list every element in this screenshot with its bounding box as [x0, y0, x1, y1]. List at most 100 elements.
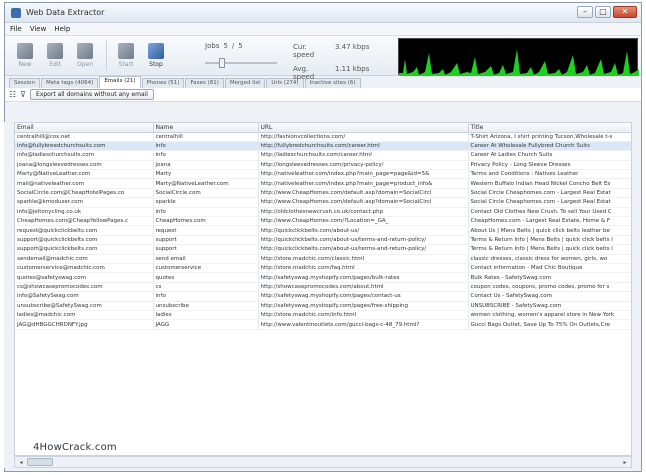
table-row[interactable]: quotes@safetyswag.com quotes http://safety…	[15, 272, 631, 283]
table-row[interactable]: Marty@NativeLeather.com Marty http://nativ…	[15, 169, 631, 180]
cell-name: send email	[153, 254, 259, 264]
cell-name: ladies	[153, 310, 259, 321]
cell-email: mail@nativeleather.com	[15, 178, 154, 189]
open-button[interactable]: Open	[71, 43, 99, 68]
cell-title: Career At Wholesale Fullybred Church Sui…	[468, 141, 631, 152]
jobs-current: 5	[223, 42, 228, 50]
export-domains-button[interactable]: Export all domains without any email	[30, 89, 154, 100]
table-row[interactable]: ladies@madchic.com ladies http://store.mad…	[15, 310, 631, 321]
cell-name: joana	[153, 160, 259, 171]
cell-name: info	[153, 291, 259, 302]
cell-url: http://safetyswag.myshopify.com/pages/co…	[258, 291, 469, 302]
maximize-button[interactable]: □	[595, 6, 611, 18]
columns-icon[interactable]: ☷	[9, 90, 16, 99]
scroll-thumb[interactable]	[27, 458, 53, 466]
cell-email: info@jeltonycling.co.uk	[15, 207, 154, 218]
cell-title: Terms & Return Info | Mens Belts | quick…	[468, 244, 631, 255]
cell-email: cs@showcasepromocodes.com	[15, 282, 154, 293]
table-row[interactable]: unsubscribe@SafetySwag.com unsubscribe htt…	[15, 301, 631, 311]
close-button[interactable]: ✕	[613, 6, 637, 18]
minimize-button[interactable]: –	[577, 6, 593, 18]
new-button[interactable]: New	[11, 43, 39, 68]
cell-email: JAG@dHBGGCHRDNFY.jpg	[15, 319, 154, 330]
table-row[interactable]: mail@nativeleather.com Marty@NativeLeathe…	[15, 178, 631, 189]
tab-faxes[interactable]: Faxes (81)	[185, 78, 224, 88]
cell-email: customerservice@madchic.com	[15, 263, 154, 274]
slider-thumb[interactable]	[219, 58, 225, 68]
table-row[interactable]: sendemail@madchic.com send email http://st…	[15, 254, 631, 264]
tab-session[interactable]: Session	[9, 78, 40, 88]
jobs-slider[interactable]	[205, 58, 277, 68]
tab-merged-list[interactable]: Merged list	[224, 78, 266, 88]
menu-file[interactable]: File	[10, 25, 22, 33]
cell-title: CheapHomes.com - Largest Real Estate, Ho…	[468, 216, 631, 227]
scroll-left-icon[interactable]: ◂	[16, 458, 26, 467]
table-row[interactable]: request@quickclickbelts.com request http:/…	[15, 225, 631, 236]
menu-help[interactable]: Help	[54, 25, 70, 33]
cell-title: classic dresses, classic dress for women…	[468, 254, 631, 264]
menu-view[interactable]: View	[30, 25, 47, 33]
cell-url: http://store.madchic.com/classic.html	[258, 254, 469, 264]
cell-url: http://longsleevedresses.com/privacy-pol…	[258, 160, 469, 171]
cell-url: http://safetyswag.myshopify.com/pages/fr…	[258, 301, 469, 311]
cell-url: http://www.CheapHomes.com/?Location=_GA_	[258, 216, 469, 227]
window-title: Web Data Extractor	[26, 8, 105, 17]
table-row[interactable]: SocialCircle.com@CheapHotelPages.co Socia…	[15, 188, 631, 199]
stop-label: Stop	[149, 61, 163, 68]
cell-name: support	[153, 244, 259, 255]
stop-button[interactable]: Stop	[142, 43, 170, 68]
table-row[interactable]: centralhill@cox.net centralhill http://fas…	[15, 132, 631, 142]
toolbar: New Edit Open Start Stop Jobs 5 / 5 Cur.…	[5, 36, 641, 81]
watermark: 4HowCrack.com	[33, 442, 117, 453]
tab-emails[interactable]: Emails (21)	[99, 76, 141, 88]
table-row[interactable]: JAG@dHBGGCHRDNFY.jpg JAGG http://www.valen…	[15, 319, 631, 330]
column-header-title[interactable]: Title	[468, 123, 631, 133]
cell-email: sparkle@kmoduser.com	[15, 197, 154, 208]
cell-title: coupon codes, coupons, promo codes, prom…	[468, 282, 631, 293]
cell-email: sendemail@madchic.com	[15, 254, 154, 264]
cell-name: CheapHomes.com	[153, 216, 259, 227]
table-row[interactable]: info@SafetySwag.com info http://safetyswag…	[15, 291, 631, 302]
tab-phones[interactable]: Phones (51)	[141, 78, 185, 88]
cell-name: unsubscribe	[153, 301, 259, 311]
column-header-email[interactable]: Email	[15, 123, 154, 133]
table-row[interactable]: cs@showcasepromocodes.com cs http://showca…	[15, 282, 631, 293]
cell-title: Gucci Bags Outlet, Save Up To 75% On Out…	[468, 319, 631, 330]
table-row[interactable]: customerservice@madchic.com customerservi…	[15, 263, 631, 274]
table-row[interactable]: sparkle@kmoduser.com sparkle http://www.Ch…	[15, 197, 631, 208]
toolbar-separator	[106, 40, 107, 71]
start-button[interactable]: Start	[112, 43, 140, 68]
table-row[interactable]: info@ladieschurchsuits.com info http://lad…	[15, 150, 631, 161]
cell-email: SocialCircle.com@CheapHotelPages.co	[15, 188, 154, 199]
cell-title: Social Circle Cheaphomes.com - Largest R…	[468, 188, 631, 199]
cell-url: http://fashionvcollections.com/	[258, 132, 469, 142]
table-row[interactable]: info@fullybreedchurchsuits.com info http:/…	[15, 141, 631, 152]
table-row[interactable]: support@quickclickbelts.com support http:/…	[15, 244, 631, 255]
cell-url: http://safetyswag.myshopify.com/pages/bu…	[258, 272, 469, 283]
table-row[interactable]: support@quickclickbelts.com support http:/…	[15, 235, 631, 246]
speed-graph	[398, 38, 639, 76]
new-icon	[17, 43, 33, 59]
column-header-name[interactable]: Name	[153, 123, 259, 133]
emails-table[interactable]: Email Name URL Title centralhill@cox.net…	[14, 122, 632, 456]
cell-title: T-Shirt Arizona, I shirt printing Tucson…	[468, 132, 631, 142]
horizontal-scrollbar[interactable]: ◂ ▸	[14, 456, 632, 468]
cell-title: Privacy Policy - Long Sleeve Dresses	[468, 160, 631, 171]
tab-meta-tags[interactable]: Meta tags (4064)	[41, 78, 99, 88]
edit-button[interactable]: Edit	[41, 43, 69, 68]
cell-url: http://nativeleather.com/index.php?main_…	[258, 178, 469, 189]
cell-title: women clothing, women's apparel store in…	[468, 310, 631, 321]
cell-title: Contact information - Mad Chic Boutique	[468, 263, 631, 274]
filter-icon[interactable]: ⊽	[20, 90, 26, 99]
cur-speed-value: 3.47 kbps	[335, 43, 370, 51]
speed-readout: Cur. speed 3.47 kbps Avg. speed 1.11 kbp…	[293, 43, 369, 87]
table-row[interactable]: info@jeltonycling.co.uk info http://oldclo…	[15, 207, 631, 218]
start-icon	[118, 43, 134, 59]
scroll-right-icon[interactable]: ▸	[620, 458, 630, 467]
cell-title: Terms & Return Info | Mens Belts | quick…	[468, 235, 631, 246]
table-row[interactable]: CheapHomes.com@CheapYellowPages.c CheapHo…	[15, 216, 631, 227]
column-header-url[interactable]: URL	[258, 123, 469, 133]
table-row[interactable]: joana@longsleevedresses.com joana http://l…	[15, 160, 631, 171]
cell-name: Marty@NativeLeather.com	[153, 178, 259, 189]
slider-track	[205, 62, 277, 64]
